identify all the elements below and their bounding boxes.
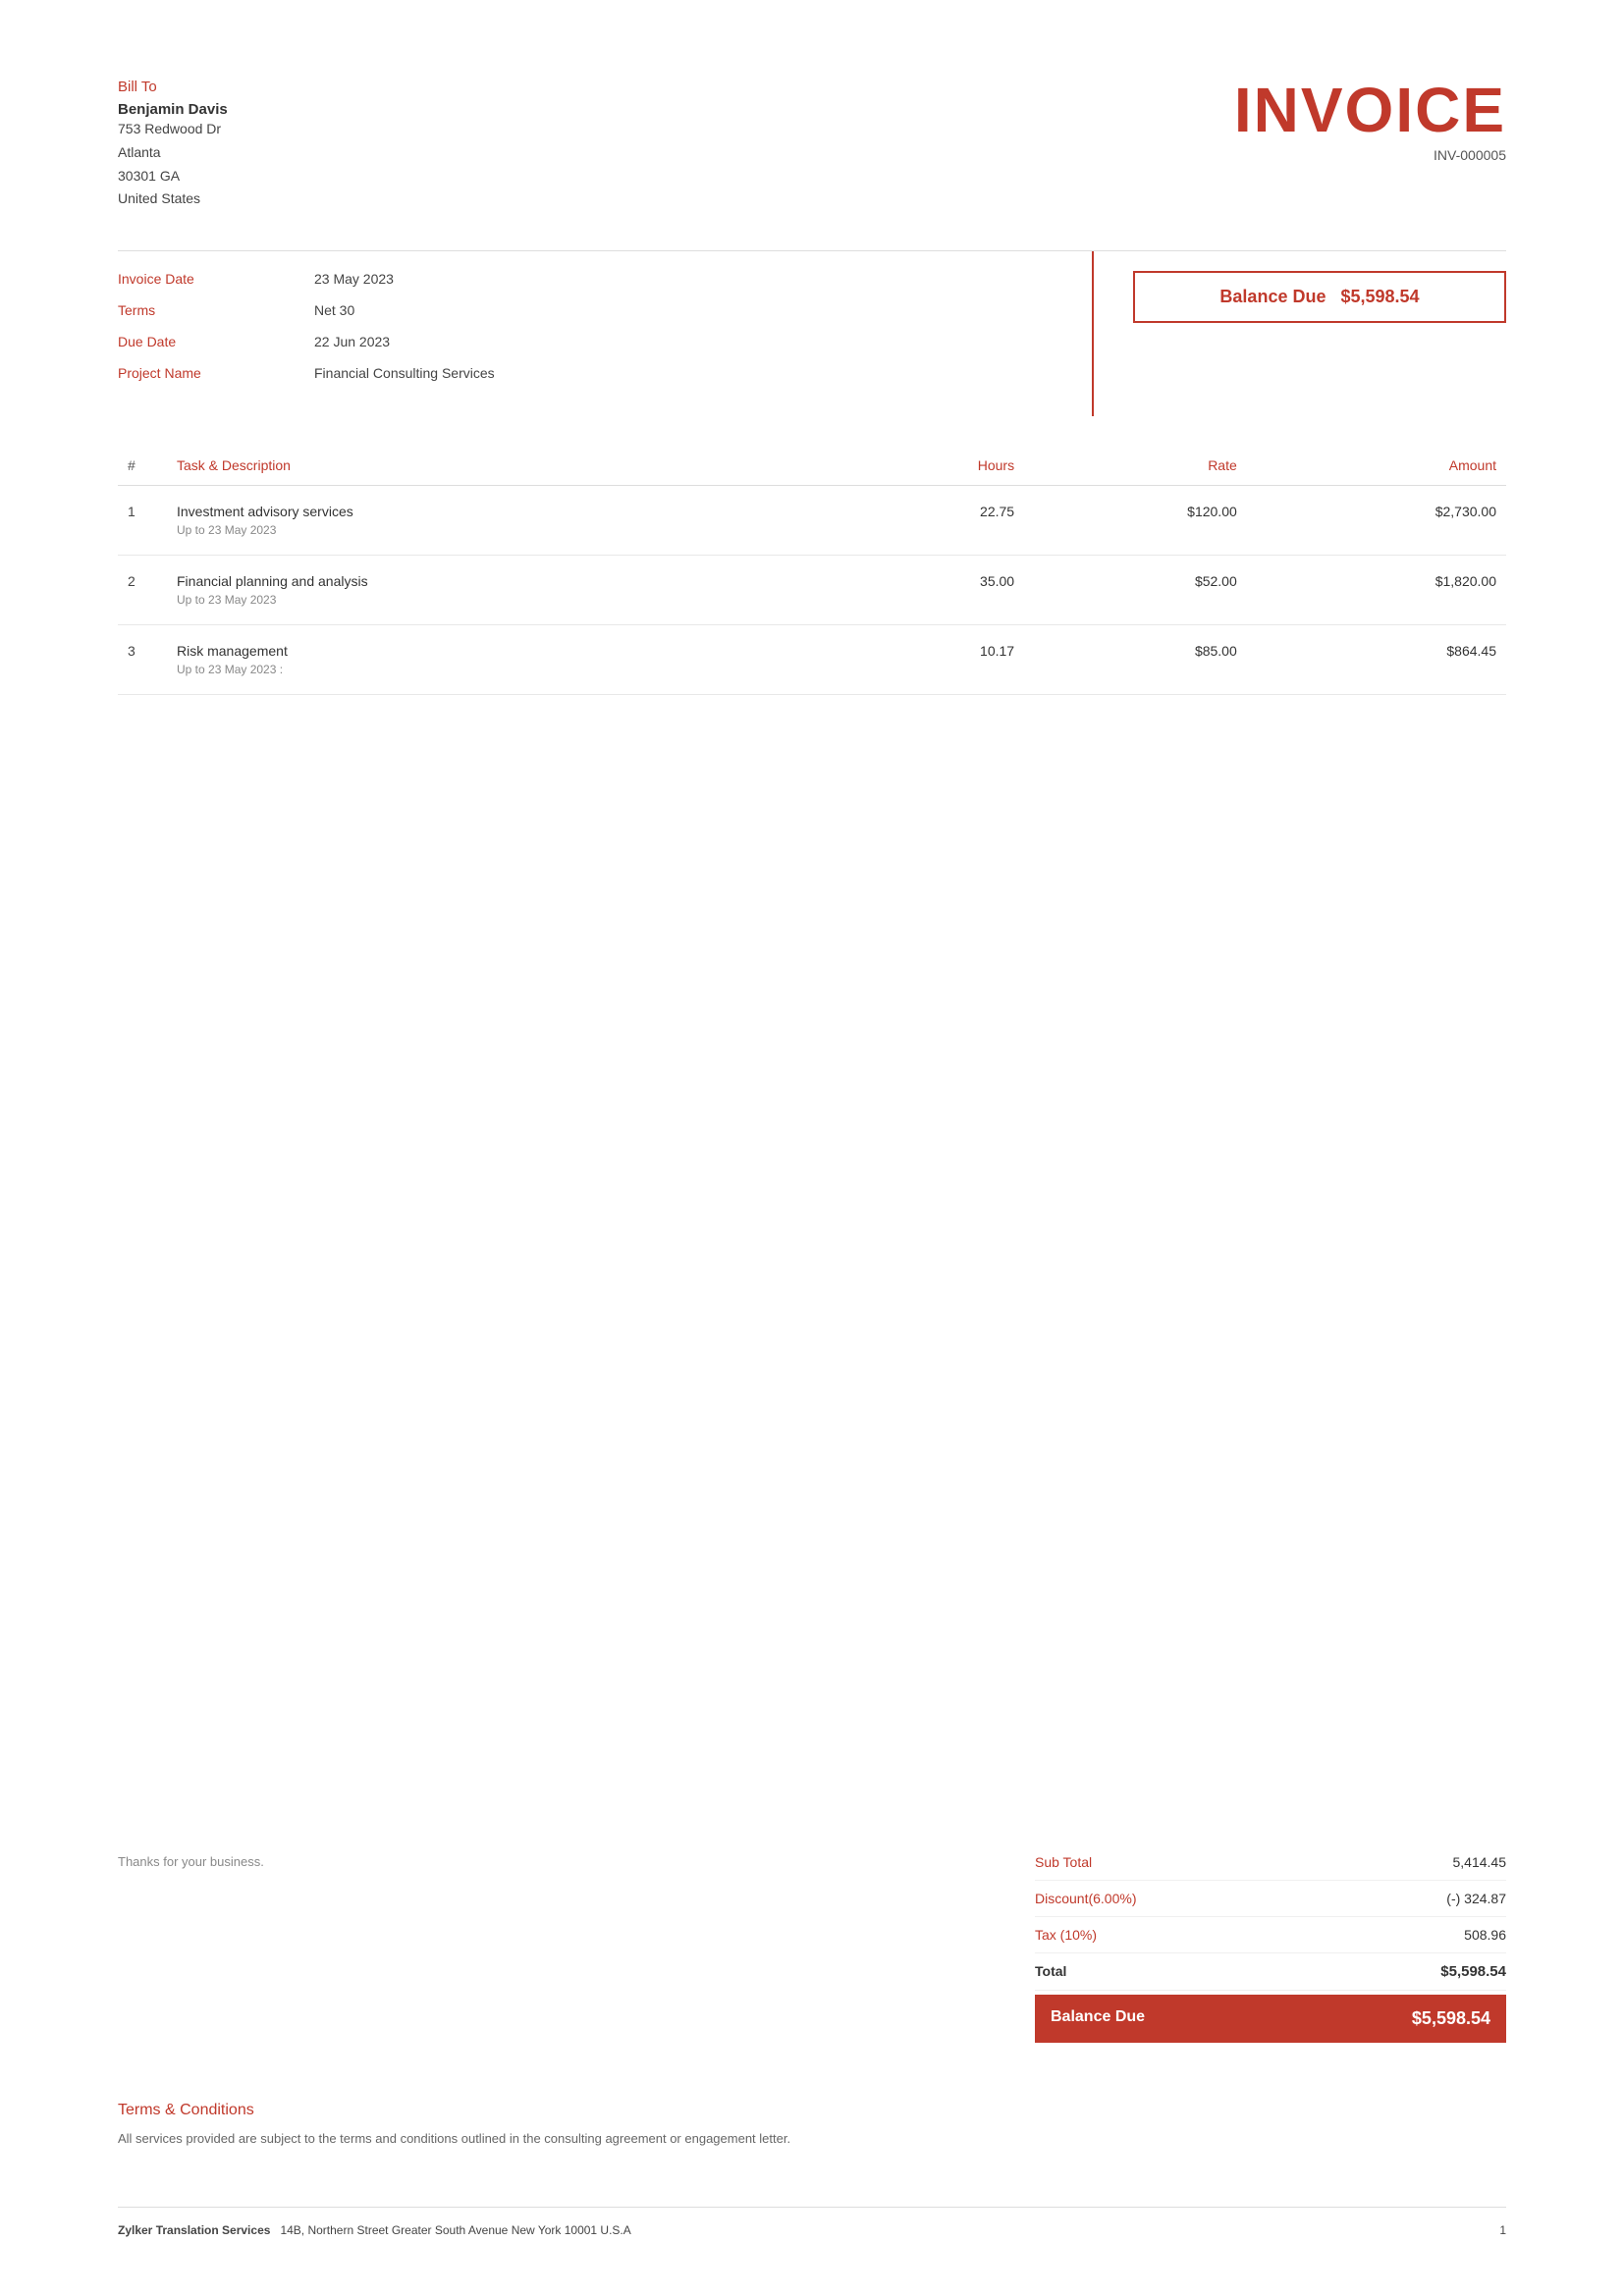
- balance-due-row-label: Balance Due: [1051, 2008, 1145, 2029]
- address-line3: 30301 GA: [118, 165, 228, 188]
- project-name-label: Project Name: [118, 365, 314, 381]
- col-amount: Amount: [1247, 446, 1506, 486]
- table-row: 3 Risk management Up to 23 May 2023 : 10…: [118, 625, 1506, 695]
- item-task-sub: Up to 23 May 2023: [177, 593, 834, 607]
- header-section: Bill To Benjamin Davis 753 Redwood Dr At…: [118, 79, 1506, 211]
- tax-label: Tax (10%): [1035, 1927, 1097, 1943]
- subtotal-value: 5,414.45: [1453, 1854, 1507, 1870]
- invoice-number: INV-000005: [1234, 147, 1506, 163]
- item-task-name: Investment advisory services: [177, 504, 834, 519]
- terms-value: Net 30: [314, 302, 354, 318]
- info-section: Invoice Date 23 May 2023 Terms Net 30 Du…: [118, 250, 1506, 416]
- page-footer: Zylker Translation Services 14B, Norther…: [118, 2207, 1506, 2237]
- subtotal-label: Sub Total: [1035, 1854, 1092, 1870]
- info-right: Balance Due $5,598.54: [1094, 251, 1506, 416]
- invoice-date-value: 23 May 2023: [314, 271, 394, 287]
- project-name-row: Project Name Financial Consulting Servic…: [118, 365, 1053, 381]
- item-task-name: Financial planning and analysis: [177, 573, 834, 589]
- invoice-date-label: Invoice Date: [118, 271, 314, 287]
- item-num: 2: [118, 556, 167, 625]
- col-rate: Rate: [1024, 446, 1247, 486]
- tax-value: 508.96: [1464, 1927, 1506, 1943]
- discount-value: (-) 324.87: [1446, 1891, 1506, 1906]
- item-rate: $120.00: [1024, 486, 1247, 556]
- items-table: # Task & Description Hours Rate Amount 1…: [118, 446, 1506, 695]
- balance-due-row: Balance Due $5,598.54: [1035, 1995, 1506, 2043]
- item-hours: 10.17: [843, 625, 1024, 695]
- item-amount: $1,820.00: [1247, 556, 1506, 625]
- item-task-sub: Up to 23 May 2023: [177, 523, 834, 537]
- item-hours: 35.00: [843, 556, 1024, 625]
- client-address: 753 Redwood Dr Atlanta 30301 GA United S…: [118, 118, 228, 211]
- footer-page-number: 1: [1499, 2223, 1506, 2237]
- bill-to-block: Bill To Benjamin Davis 753 Redwood Dr At…: [118, 79, 228, 211]
- invoice-date-row: Invoice Date 23 May 2023: [118, 271, 1053, 287]
- item-amount: $2,730.00: [1247, 486, 1506, 556]
- due-date-label: Due Date: [118, 334, 314, 349]
- item-task: Risk management Up to 23 May 2023 :: [167, 625, 843, 695]
- terms-label: Terms: [118, 302, 314, 318]
- footer-company-name: Zylker Translation Services: [118, 2223, 270, 2237]
- terms-body: All services provided are subject to the…: [118, 2129, 1506, 2149]
- due-date-value: 22 Jun 2023: [314, 334, 390, 349]
- discount-row: Discount(6.00%) (-) 324.87: [1035, 1881, 1506, 1917]
- terms-row: Terms Net 30: [118, 302, 1053, 318]
- footer-company-address: 14B, Northern Street Greater South Avenu…: [280, 2223, 630, 2237]
- address-line2: Atlanta: [118, 141, 228, 165]
- col-num: #: [118, 446, 167, 486]
- total-value: $5,598.54: [1440, 1963, 1506, 1980]
- tax-row: Tax (10%) 508.96: [1035, 1917, 1506, 1953]
- terms-section: Terms & Conditions All services provided…: [118, 2102, 1506, 2149]
- item-task-sub: Up to 23 May 2023 :: [177, 663, 834, 676]
- totals-block: Sub Total 5,414.45 Discount(6.00%) (-) 3…: [1035, 1844, 1506, 2043]
- footer-section: Thanks for your business. Sub Total 5,41…: [118, 1844, 1506, 2043]
- item-amount: $864.45: [1247, 625, 1506, 695]
- col-hours: Hours: [843, 446, 1024, 486]
- total-label: Total: [1035, 1963, 1066, 1980]
- col-task: Task & Description: [167, 446, 843, 486]
- item-num: 1: [118, 486, 167, 556]
- client-name: Benjamin Davis: [118, 101, 228, 118]
- table-header-row: # Task & Description Hours Rate Amount: [118, 446, 1506, 486]
- terms-title: Terms & Conditions: [118, 2102, 1506, 2119]
- invoice-title-block: INVOICE INV-000005: [1234, 79, 1506, 163]
- total-row: Total $5,598.54: [1035, 1953, 1506, 1991]
- thanks-block: Thanks for your business.: [118, 1844, 264, 1869]
- item-task-name: Risk management: [177, 643, 834, 659]
- item-task: Investment advisory services Up to 23 Ma…: [167, 486, 843, 556]
- footer-company: Zylker Translation Services 14B, Norther…: [118, 2223, 631, 2237]
- invoice-title: INVOICE: [1234, 79, 1506, 141]
- discount-label: Discount(6.00%): [1035, 1891, 1137, 1906]
- item-num: 3: [118, 625, 167, 695]
- bill-to-label: Bill To: [118, 79, 228, 95]
- subtotal-row: Sub Total 5,414.45: [1035, 1844, 1506, 1881]
- project-name-value: Financial Consulting Services: [314, 365, 495, 381]
- item-rate: $52.00: [1024, 556, 1247, 625]
- due-date-row: Due Date 22 Jun 2023: [118, 334, 1053, 349]
- item-hours: 22.75: [843, 486, 1024, 556]
- balance-due-header-text: Balance Due $5,598.54: [1219, 287, 1419, 306]
- info-left: Invoice Date 23 May 2023 Terms Net 30 Du…: [118, 251, 1094, 416]
- address-country: United States: [118, 187, 228, 211]
- item-rate: $85.00: [1024, 625, 1247, 695]
- item-task: Financial planning and analysis Up to 23…: [167, 556, 843, 625]
- balance-due-row-value: $5,598.54: [1412, 2008, 1490, 2029]
- thanks-text: Thanks for your business.: [118, 1854, 264, 1869]
- table-row: 1 Investment advisory services Up to 23 …: [118, 486, 1506, 556]
- table-row: 2 Financial planning and analysis Up to …: [118, 556, 1506, 625]
- address-line1: 753 Redwood Dr: [118, 118, 228, 141]
- balance-due-box: Balance Due $5,598.54: [1133, 271, 1506, 323]
